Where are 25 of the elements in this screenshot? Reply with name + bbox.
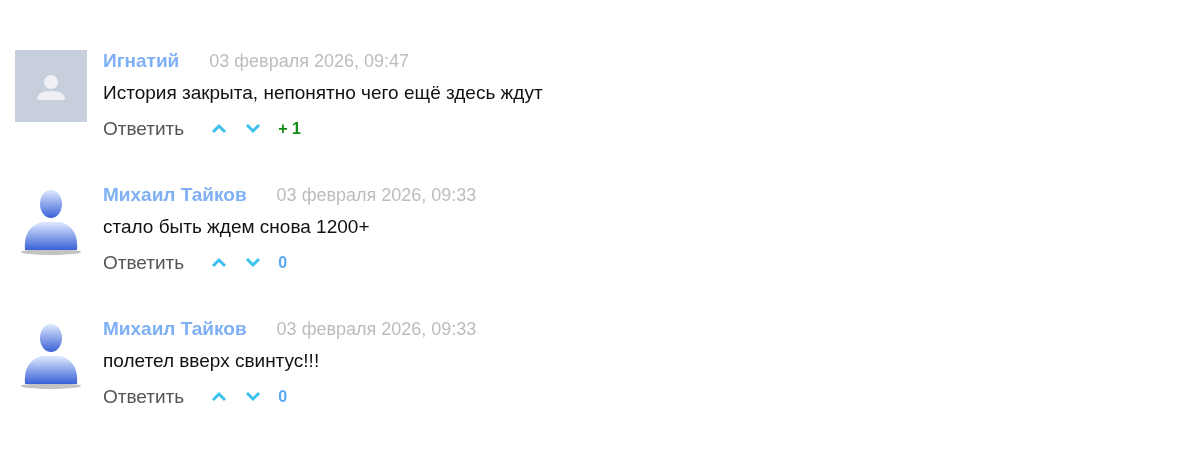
upvote-button[interactable] [210, 122, 229, 136]
vote-score: 0 [278, 388, 288, 406]
comment-date: 03 февраля 2026, 09:33 [276, 319, 477, 340]
reply-link[interactable]: Ответить [103, 386, 185, 408]
comment-date: 03 февраля 2026, 09:47 [209, 51, 410, 72]
comment-text: полетел вверх свинтус!!! [103, 349, 321, 373]
downvote-button[interactable] [244, 390, 263, 404]
chevron-up-icon [210, 256, 229, 268]
upvote-button[interactable] [210, 390, 229, 404]
chevron-down-icon [244, 390, 263, 402]
vote-score: 0 [278, 254, 288, 272]
chevron-down-icon [244, 122, 263, 134]
avatar-placeholder-icon [15, 50, 87, 122]
downvote-button[interactable] [244, 122, 263, 136]
downvote-button[interactable] [244, 256, 263, 270]
chevron-down-icon [244, 256, 263, 268]
comment-date: 03 февраля 2026, 09:33 [276, 185, 477, 206]
chevron-up-icon [210, 390, 229, 402]
reply-link[interactable]: Ответить [103, 252, 185, 274]
chevron-up-icon [210, 122, 229, 134]
comment-text: История закрыта, непонятно чего ещё здесь ждут [103, 81, 543, 105]
reply-link[interactable]: Ответить [103, 118, 185, 140]
vote-score: + 1 [278, 120, 301, 138]
comment-text: стало быть ждем снова 1200+ [103, 215, 371, 239]
upvote-button[interactable] [210, 256, 229, 270]
